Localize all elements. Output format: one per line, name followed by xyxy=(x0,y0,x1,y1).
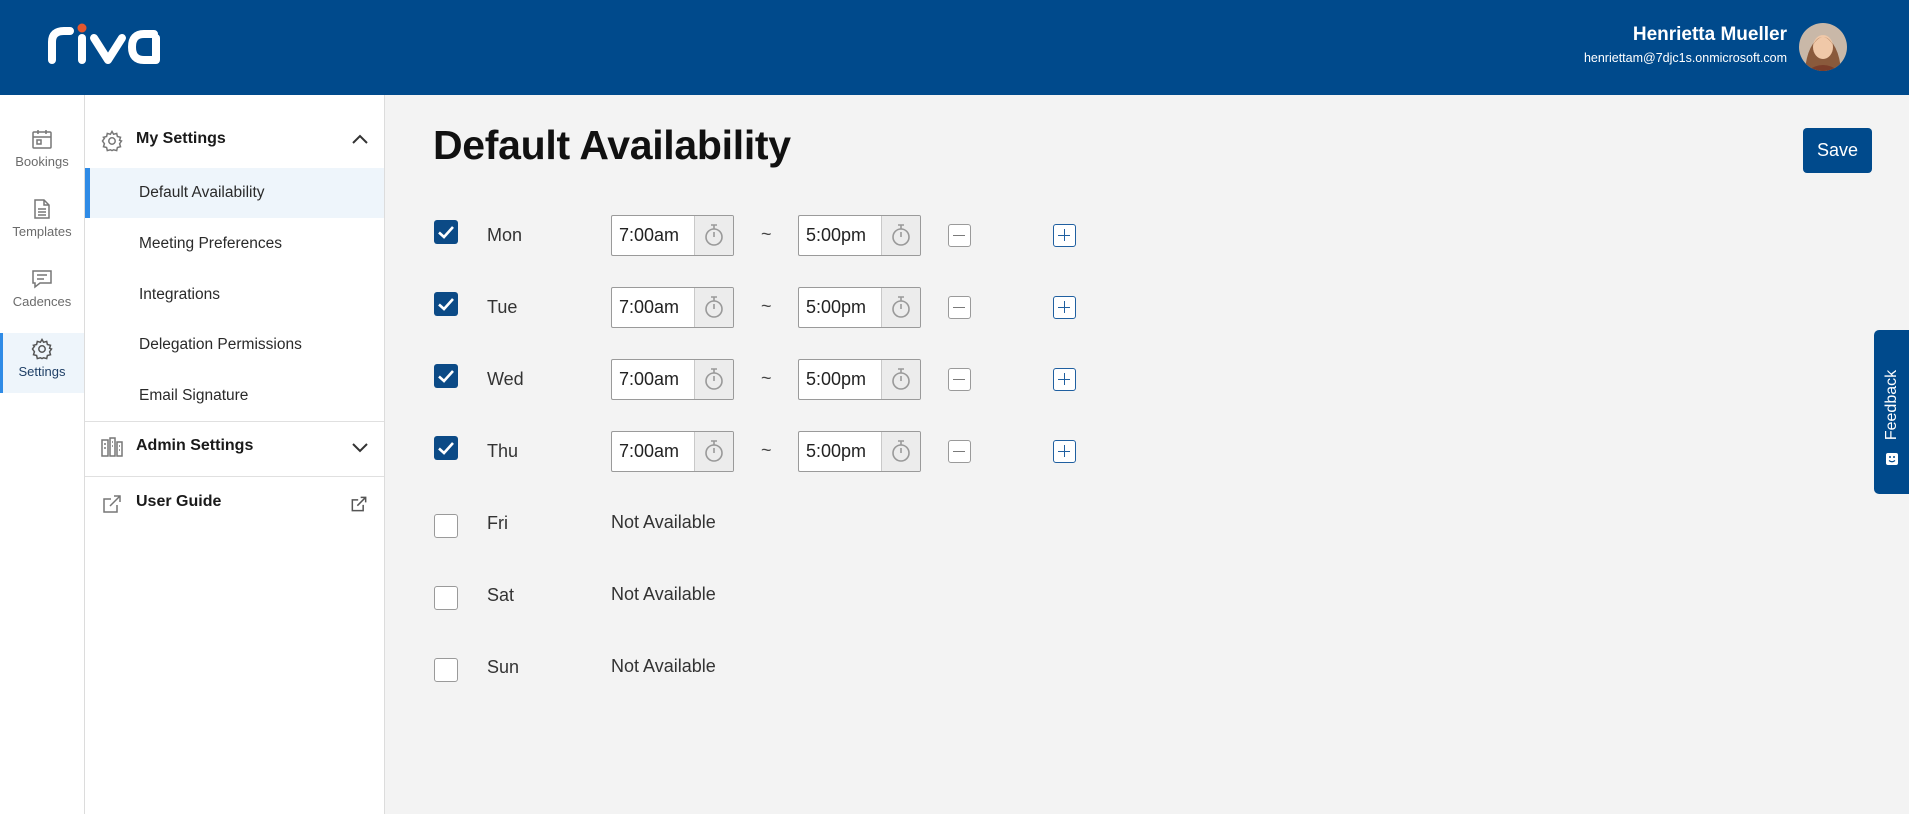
day-checkbox[interactable] xyxy=(434,292,458,316)
day-checkbox[interactable] xyxy=(434,658,458,682)
user-name: Henrietta Mueller xyxy=(1632,24,1787,45)
time-picker-button[interactable] xyxy=(881,360,920,399)
day-label: Sun xyxy=(487,657,520,677)
stopwatch-icon xyxy=(892,440,910,462)
end-time-field[interactable]: 5:00pm xyxy=(798,287,921,328)
availability-row-fri: Fri Not Available xyxy=(0,494,1909,554)
stopwatch-icon xyxy=(705,440,723,462)
stopwatch-icon xyxy=(705,296,723,318)
remove-range-button[interactable] xyxy=(948,368,971,391)
page-title: Default Availability xyxy=(433,122,791,168)
chevron-up-icon[interactable] xyxy=(351,131,369,149)
calendar-icon xyxy=(32,130,52,149)
user-menu[interactable]: Henrietta Mueller henriettam@7djc1s.onmi… xyxy=(1583,22,1847,71)
day-checkbox[interactable] xyxy=(434,220,458,244)
start-time-field[interactable]: 7:00am xyxy=(611,359,734,400)
start-time-value: 7:00am xyxy=(619,441,680,461)
availability-row-sun: Sun Not Available xyxy=(0,638,1909,698)
day-label: Wed xyxy=(487,369,524,389)
checkmark-icon xyxy=(438,226,454,239)
time-picker-button[interactable] xyxy=(694,216,733,255)
time-picker-button[interactable] xyxy=(694,360,733,399)
time-picker-button[interactable] xyxy=(881,216,920,255)
day-label: Fri xyxy=(487,513,508,533)
day-checkbox[interactable] xyxy=(434,364,458,388)
end-time-value: 5:00pm xyxy=(806,369,867,389)
add-range-button[interactable] xyxy=(1053,296,1076,319)
not-available-text: Not Available xyxy=(611,584,716,604)
range-separator: ~ xyxy=(761,368,772,388)
stopwatch-icon xyxy=(705,224,723,246)
user-email: henriettam@7djc1s.onmicrosoft.com xyxy=(1583,51,1787,65)
start-time-field[interactable]: 7:00am xyxy=(611,287,734,328)
remove-range-button[interactable] xyxy=(948,296,971,319)
day-label: Mon xyxy=(487,225,523,245)
my-settings-label: My Settings xyxy=(136,130,226,147)
riva-logo[interactable] xyxy=(46,22,182,71)
end-time-field[interactable]: 5:00pm xyxy=(798,359,921,400)
stopwatch-icon xyxy=(892,296,910,318)
time-picker-button[interactable] xyxy=(881,288,920,327)
day-label: Thu xyxy=(487,441,519,461)
checkmark-icon xyxy=(438,298,454,311)
availability-row-sat: Sat Not Available xyxy=(0,566,1909,626)
add-range-button[interactable] xyxy=(1053,368,1076,391)
day-label: Tue xyxy=(487,297,518,317)
remove-range-button[interactable] xyxy=(948,224,971,247)
start-time-value: 7:00am xyxy=(619,225,680,245)
feedback-label: Feedback xyxy=(1883,369,1900,441)
add-range-button[interactable] xyxy=(1053,440,1076,463)
availability-row-mon: Mon 7:00am ~5:00pm xyxy=(0,206,1909,266)
start-time-field[interactable]: 7:00am xyxy=(611,215,734,256)
availability-row-wed: Wed 7:00am ~5:00pm xyxy=(0,350,1909,410)
range-separator: ~ xyxy=(761,224,772,244)
day-label: Sat xyxy=(487,585,515,605)
avatar[interactable] xyxy=(1799,23,1847,71)
rail-label-bookings: Bookings xyxy=(15,154,69,169)
start-time-value: 7:00am xyxy=(619,369,680,389)
not-available-text: Not Available xyxy=(611,512,716,532)
rail-item-bookings[interactable]: Bookings xyxy=(0,123,84,183)
smile-icon xyxy=(1886,453,1898,465)
start-time-field[interactable]: 7:00am xyxy=(611,431,734,472)
end-time-value: 5:00pm xyxy=(806,297,867,317)
remove-range-button[interactable] xyxy=(948,440,971,463)
stopwatch-icon xyxy=(705,368,723,390)
availability-row-tue: Tue 7:00am ~5:00pm xyxy=(0,278,1909,338)
checkmark-icon xyxy=(438,370,454,383)
stopwatch-icon xyxy=(892,368,910,390)
not-available-text: Not Available xyxy=(611,656,716,676)
top-bar: Henrietta Mueller henriettam@7djc1s.onmi… xyxy=(0,0,1909,95)
range-separator: ~ xyxy=(761,440,772,460)
end-time-value: 5:00pm xyxy=(806,441,867,461)
range-separator: ~ xyxy=(761,296,772,316)
end-time-field[interactable]: 5:00pm xyxy=(798,215,921,256)
time-picker-button[interactable] xyxy=(694,432,733,471)
add-range-button[interactable] xyxy=(1053,224,1076,247)
availability-row-thu: Thu 7:00am ~5:00pm xyxy=(0,422,1909,482)
save-button[interactable]: Save xyxy=(1803,128,1872,173)
end-time-value: 5:00pm xyxy=(806,225,867,245)
time-picker-button[interactable] xyxy=(694,288,733,327)
time-picker-button[interactable] xyxy=(881,432,920,471)
start-time-value: 7:00am xyxy=(619,297,680,317)
gear-icon xyxy=(101,130,123,152)
day-checkbox[interactable] xyxy=(434,514,458,538)
stopwatch-icon xyxy=(892,224,910,246)
day-checkbox[interactable] xyxy=(434,586,458,610)
checkmark-icon xyxy=(438,442,454,455)
my-settings-header[interactable]: My Settings xyxy=(85,115,384,165)
day-checkbox[interactable] xyxy=(434,436,458,460)
end-time-field[interactable]: 5:00pm xyxy=(798,431,921,472)
